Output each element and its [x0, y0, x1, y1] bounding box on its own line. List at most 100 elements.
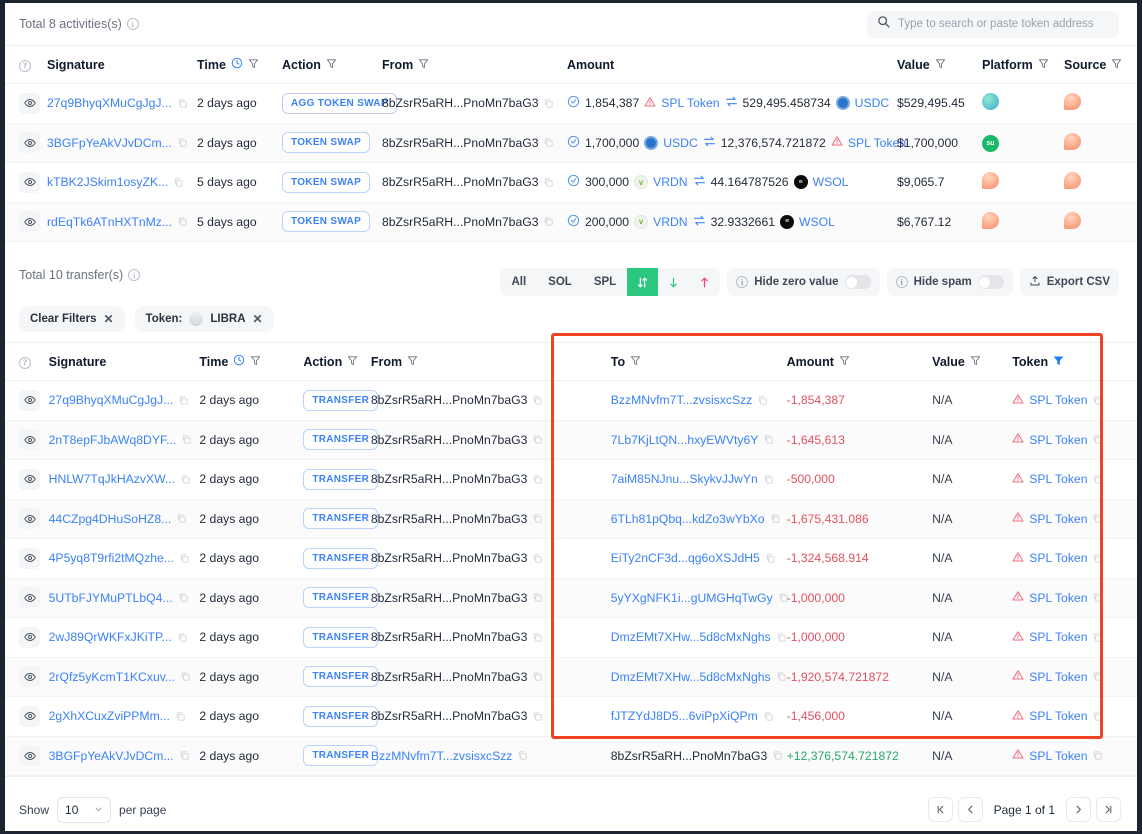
copy-icon[interactable] — [763, 711, 774, 722]
copy-icon[interactable] — [1092, 434, 1103, 445]
row-signature-cell[interactable]: 27q9BhyqXMuCgJgJ... — [47, 84, 197, 124]
row-token-cell[interactable]: SPL Token — [1012, 381, 1137, 421]
copy-icon[interactable] — [181, 434, 192, 445]
expand-row-icon[interactable] — [19, 211, 40, 232]
row-signature-cell[interactable]: 44CZpg4DHuSoHZ8... — [49, 499, 200, 539]
filter-icon[interactable] — [630, 355, 641, 369]
table-row[interactable]: 2gXhXCuxZviPPMm...2 days agoTRANSFER8bZs… — [5, 697, 1137, 737]
expand-row-icon[interactable] — [19, 429, 40, 450]
expand-row-icon[interactable] — [19, 548, 40, 569]
copy-icon[interactable] — [1092, 592, 1103, 603]
row-signature-cell[interactable]: 2gXhXCuxZviPPMm... — [49, 697, 200, 737]
signature-link[interactable]: 2nT8epFJbAWq8DYF... — [49, 433, 177, 447]
row-signature-cell[interactable]: HNLW7TqJkHAzvXW... — [49, 460, 200, 500]
row-expand-cell[interactable] — [5, 123, 47, 163]
row-token-cell[interactable]: SPL Token — [1012, 539, 1137, 579]
row-signature-cell[interactable]: 2wJ89QrWKFxJKiTP... — [49, 618, 200, 658]
table-row[interactable]: 3BGFpYeAkVJvDCm...2 days agoTRANSFERBzzM… — [5, 736, 1137, 776]
to-address[interactable]: 8bZsrR5aRH...PnoMn7baG3 — [611, 749, 767, 763]
token-label[interactable]: SPL Token — [1029, 749, 1087, 763]
row-from-cell[interactable]: 8bZsrR5aRH...PnoMn7baG3 — [371, 539, 579, 579]
copy-icon[interactable] — [543, 216, 554, 227]
expand-row-icon[interactable] — [19, 172, 40, 193]
filter-sol[interactable]: SOL — [537, 268, 583, 296]
table-row[interactable]: 2nT8epFJbAWq8DYF...2 days agoTRANSFER8bZ… — [5, 420, 1137, 460]
table-row[interactable]: HNLW7TqJkHAzvXW...2 days agoTRANSFER8bZs… — [5, 460, 1137, 500]
copy-icon[interactable] — [532, 592, 543, 603]
signature-link[interactable]: 2wJ89QrWKFxJKiTP... — [49, 630, 172, 644]
row-from-cell[interactable]: 8bZsrR5aRH...PnoMn7baG3 — [382, 123, 567, 163]
token-in-label[interactable]: SPL Token — [661, 96, 719, 110]
row-expand-cell[interactable] — [5, 578, 49, 618]
platform-salmon-drop-icon[interactable] — [1064, 93, 1081, 110]
copy-icon[interactable] — [532, 671, 543, 682]
from-address[interactable]: 8bZsrR5aRH...PnoMn7baG3 — [371, 591, 527, 605]
copy-icon[interactable] — [173, 177, 184, 188]
copy-icon[interactable] — [177, 216, 188, 227]
signature-link[interactable]: 2gXhXCuxZviPPMm... — [49, 709, 170, 723]
row-signature-cell[interactable]: 3BGFpYeAkVJvDCm... — [47, 123, 197, 163]
close-icon[interactable]: ✕ — [103, 312, 113, 326]
row-action-cell[interactable]: TOKEN SWAP — [282, 202, 382, 242]
copy-icon[interactable] — [1092, 632, 1103, 643]
expand-row-icon[interactable] — [19, 469, 40, 490]
action-badge[interactable]: TRANSFER — [303, 587, 378, 608]
clear-filters-chip[interactable]: Clear Filters ✕ — [19, 306, 125, 332]
copy-icon[interactable] — [778, 592, 789, 603]
expand-row-icon[interactable] — [19, 706, 40, 727]
signature-link[interactable]: 27q9BhyqXMuCgJgJ... — [47, 96, 172, 110]
row-expand-cell[interactable] — [5, 163, 47, 203]
expand-row-icon[interactable] — [19, 132, 40, 153]
row-expand-cell[interactable] — [5, 736, 49, 776]
action-badge[interactable]: AGG TOKEN SWAP — [282, 93, 397, 114]
last-page-button[interactable] — [1096, 797, 1121, 822]
row-platform-cell[interactable] — [982, 84, 1064, 124]
row-expand-cell[interactable] — [5, 381, 49, 421]
copy-icon[interactable] — [532, 434, 543, 445]
action-badge[interactable]: TOKEN SWAP — [282, 172, 370, 193]
copy-icon[interactable] — [770, 513, 781, 524]
token-label[interactable]: SPL Token — [1029, 512, 1087, 526]
platform-salmon-drop-icon[interactable] — [982, 172, 999, 189]
copy-icon[interactable] — [177, 98, 188, 109]
table-row[interactable]: 27q9BhyqXMuCgJgJ...2 days agoAGG TOKEN S… — [5, 84, 1137, 124]
action-badge[interactable]: TRANSFER — [303, 627, 378, 648]
row-token-cell[interactable]: SPL Token — [1012, 618, 1137, 658]
copy-icon[interactable] — [543, 98, 554, 109]
action-badge[interactable]: TRANSFER — [303, 390, 378, 411]
copy-icon[interactable] — [180, 474, 191, 485]
row-from-cell[interactable]: BzzMNvfm7T...zvsisxcSzz — [371, 736, 579, 776]
col-value[interactable]: Value — [932, 343, 1012, 381]
col-platform[interactable]: Platform — [982, 46, 1064, 84]
row-to-cell[interactable]: 7aiM85NJnu...SkykvJJwYn — [579, 460, 787, 500]
row-expand-cell[interactable] — [5, 657, 49, 697]
clock-icon[interactable] — [231, 57, 243, 72]
filter-icon[interactable] — [326, 58, 337, 72]
filter-icon[interactable] — [248, 58, 259, 72]
row-action-cell[interactable]: TRANSFER — [303, 420, 371, 460]
signature-link[interactable]: 2rQfz5yKcmT1KCxuv... — [49, 670, 175, 684]
row-from-cell[interactable]: 8bZsrR5aRH...PnoMn7baG3 — [382, 163, 567, 203]
row-action-cell[interactable]: AGG TOKEN SWAP — [282, 84, 382, 124]
row-expand-cell[interactable] — [5, 460, 49, 500]
hide-spam-switch[interactable] — [978, 275, 1004, 289]
filter-all[interactable]: All — [500, 268, 537, 296]
row-action-cell[interactable]: TRANSFER — [303, 657, 371, 697]
copy-icon[interactable] — [763, 434, 774, 445]
table-row[interactable]: 2wJ89QrWKFxJKiTP...2 days agoTRANSFER8bZ… — [5, 618, 1137, 658]
row-from-cell[interactable]: 8bZsrR5aRH...PnoMn7baG3 — [371, 499, 579, 539]
copy-icon[interactable] — [776, 671, 787, 682]
info-icon[interactable]: i — [128, 269, 140, 281]
copy-icon[interactable] — [1092, 711, 1103, 722]
action-badge[interactable]: TRANSFER — [303, 508, 378, 529]
row-to-cell[interactable]: DmzEMt7XHw...5d8cMxNghs — [579, 618, 787, 658]
row-to-cell[interactable]: fJTZYdJ8D5...6viPpXiQPm — [579, 697, 787, 737]
action-badge[interactable]: TRANSFER — [303, 429, 378, 450]
copy-icon[interactable] — [177, 137, 188, 148]
signature-link[interactable]: 4P5yq8T9rfi2tMQzhe... — [49, 551, 174, 565]
copy-icon[interactable] — [532, 553, 543, 564]
from-address[interactable]: 8bZsrR5aRH...PnoMn7baG3 — [371, 551, 527, 565]
table-row[interactable]: 5UTbFJYMuPTLbQ4...2 days agoTRANSFER8bZs… — [5, 578, 1137, 618]
action-badge[interactable]: TOKEN SWAP — [282, 132, 370, 153]
row-to-cell[interactable]: 7Lb7KjLtQN...hxyEWVty6Y — [579, 420, 787, 460]
